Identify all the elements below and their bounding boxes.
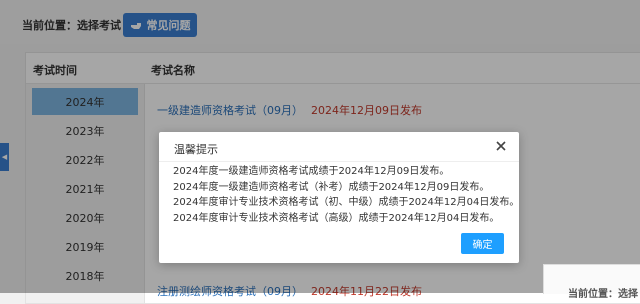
corner-panel: 当前位置：选择 xyxy=(543,264,640,300)
confirm-button[interactable]: 确定 xyxy=(461,233,504,254)
notice-line: 2024年度审计专业技术资格考试（高级）成绩于2024年12月04日发布。 xyxy=(173,212,500,224)
notice-line: 2024年度一级建造师资格考试（补考）成绩于2024年12月09日发布。 xyxy=(173,181,490,193)
notice-modal: 温馨提示 2024年度一级建造师资格考试成绩于2024年12月09日发布。 20… xyxy=(159,132,519,263)
close-icon[interactable] xyxy=(493,138,509,154)
modal-body: 2024年度一级建造师资格考试成绩于2024年12月09日发布。 2024年度一… xyxy=(173,164,520,226)
notice-line: 2024年度一级建造师资格考试成绩于2024年12月09日发布。 xyxy=(173,166,450,177)
modal-title: 温馨提示 xyxy=(174,143,218,156)
modal-header: 温馨提示 xyxy=(159,132,519,162)
notice-line: 2024年度审计专业技术资格考试（初、中级）成绩于2024年12月04日发布。 xyxy=(173,197,520,208)
